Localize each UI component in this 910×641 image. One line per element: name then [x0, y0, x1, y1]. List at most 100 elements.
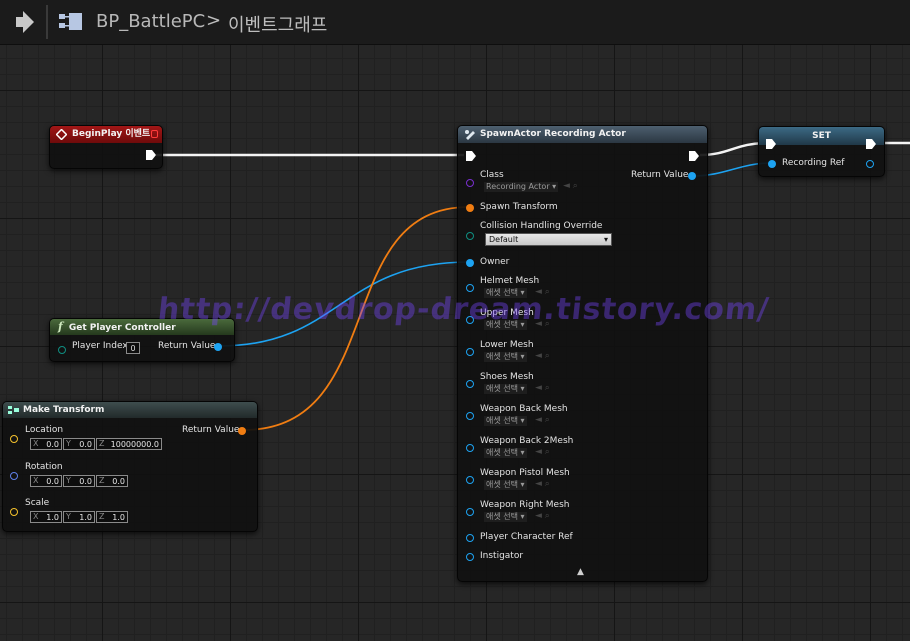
node-header: Make Transform	[3, 402, 257, 418]
player-index-label: Player Index	[72, 341, 128, 351]
return-value-pin[interactable]	[238, 427, 246, 435]
class-select[interactable]: Recording Actor ▾	[484, 182, 559, 192]
location-label: Location	[25, 425, 64, 435]
mesh-asset-select[interactable]: 애셋 선택 ▾	[484, 448, 527, 458]
weapon-back-mesh-pin[interactable]	[466, 412, 474, 420]
beginplay-event-node[interactable]: BeginPlay 이벤트	[49, 125, 163, 169]
node-title: SET	[812, 131, 831, 141]
axis-z-label: Z	[99, 476, 105, 485]
exec-out-pin[interactable]	[865, 138, 877, 150]
return-value-pin[interactable]	[688, 172, 696, 180]
delegate-pin[interactable]	[151, 130, 158, 138]
collision-pin[interactable]	[466, 232, 474, 240]
mesh-asset-select[interactable]: 애셋 선택 ▾	[484, 384, 527, 394]
class-label: Class	[480, 170, 504, 180]
scale-label: Scale	[25, 498, 50, 508]
instigator-pin[interactable]	[466, 553, 474, 561]
axis-y-label: Y	[66, 476, 71, 485]
helmet-mesh-pin[interactable]	[466, 284, 474, 292]
breadcrumb-blueprint[interactable]: BP_BattlePC	[96, 11, 205, 32]
toolbar-separator	[46, 5, 48, 39]
graph-toolbar: BP_BattlePC > 이벤트그래프	[0, 0, 910, 45]
lower-mesh-pin[interactable]	[466, 348, 474, 356]
mesh-pin-label: Weapon Back 2Mesh	[480, 436, 574, 446]
blueprint-graph-icon	[58, 12, 84, 32]
owner-pin[interactable]	[466, 259, 474, 267]
owner-label: Owner	[480, 257, 510, 267]
return-value-label: Return Value	[631, 170, 689, 180]
asset-tools-icon: ◄ ⌕	[535, 511, 550, 521]
mesh-pin-label: Shoes Mesh	[480, 372, 534, 382]
collision-label: Collision Handling Override	[480, 221, 603, 231]
chevron-down-icon: ▾	[603, 235, 608, 244]
mesh-pin-label: Weapon Pistol Mesh	[480, 468, 570, 478]
collision-value: Default	[489, 235, 519, 244]
location-z-input[interactable]: 10000000.0	[96, 438, 162, 450]
mesh-asset-select[interactable]: 애셋 선택 ▾	[484, 416, 527, 426]
return-value-pin[interactable]	[214, 343, 222, 351]
mesh-asset-select[interactable]: 애셋 선택 ▾	[484, 352, 527, 362]
mesh-pin-label: Weapon Right Mesh	[480, 500, 570, 510]
asset-tools-icon: ◄ ⌕	[563, 181, 578, 191]
spawn-actor-node[interactable]: SpawnActor Recording Actor Class Recordi…	[457, 125, 708, 582]
spawn-transform-label: Spawn Transform	[480, 202, 558, 212]
weapon-right-mesh-pin[interactable]	[466, 508, 474, 516]
breadcrumb-graph[interactable]: 이벤트그래프	[228, 11, 327, 37]
mesh-pin-label: Weapon Back Mesh	[480, 404, 568, 414]
spawn-actor-icon	[465, 130, 475, 140]
arrow-right-icon	[16, 11, 34, 33]
back-button[interactable]	[6, 6, 40, 38]
node-title: SpawnActor Recording Actor	[480, 129, 626, 139]
asset-tools-icon: ◄ ⌕	[535, 479, 550, 489]
asset-tools-icon: ◄ ⌕	[535, 415, 550, 425]
rotation-label: Rotation	[25, 462, 63, 472]
asset-tools-icon: ◄ ⌕	[535, 383, 550, 393]
exec-out-pin[interactable]	[688, 150, 700, 162]
asset-tools-icon: ◄ ⌕	[535, 351, 550, 361]
weapon-back-2mesh-pin[interactable]	[466, 444, 474, 452]
instigator-label: Instigator	[480, 551, 524, 561]
player-character-ref-pin[interactable]	[466, 534, 474, 542]
scale-pin[interactable]	[10, 508, 18, 516]
axis-z-label: Z	[99, 439, 105, 448]
spawn-transform-pin[interactable]	[466, 204, 474, 212]
rotation-pin[interactable]	[10, 472, 18, 480]
make-transform-node[interactable]: Make Transform Return Value Location X 0…	[2, 401, 258, 532]
axis-z-label: Z	[99, 512, 105, 521]
node-header: SpawnActor Recording Actor	[458, 126, 707, 143]
collision-dropdown[interactable]: Default ▾	[485, 233, 612, 246]
mesh-pin-label: Lower Mesh	[480, 340, 534, 350]
location-pin[interactable]	[10, 435, 18, 443]
set-variable-node[interactable]: SET Recording Ref	[758, 126, 885, 177]
axis-x-label: X	[33, 439, 39, 448]
event-diamond-icon	[56, 129, 67, 140]
function-icon: f	[58, 320, 63, 333]
weapon-pistol-mesh-pin[interactable]	[466, 476, 474, 484]
node-title: Make Transform	[23, 405, 105, 415]
class-pin[interactable]	[466, 179, 474, 187]
mesh-pin-label: Helmet Mesh	[480, 276, 540, 286]
watermark-text: http://devdrop-dream.tistory.com/	[156, 292, 772, 327]
axis-y-label: Y	[66, 439, 71, 448]
exec-in-pin[interactable]	[765, 138, 777, 150]
recording-ref-out-pin[interactable]	[866, 160, 874, 168]
shoes-mesh-pin[interactable]	[466, 380, 474, 388]
return-value-label: Return Value	[182, 425, 240, 435]
player-character-ref-label: Player Character Ref	[480, 532, 573, 542]
breadcrumb-chevron-icon: >	[206, 10, 222, 31]
axis-x-label: X	[33, 476, 39, 485]
axis-y-label: Y	[66, 512, 71, 521]
axis-x-label: X	[33, 512, 39, 521]
collapse-arrow-icon[interactable]: ▲	[577, 567, 584, 577]
asset-tools-icon: ◄ ⌕	[535, 447, 550, 457]
mesh-asset-select[interactable]: 애셋 선택 ▾	[484, 512, 527, 522]
node-title: BeginPlay 이벤트	[72, 129, 151, 139]
player-index-pin[interactable]	[58, 346, 66, 354]
struct-make-icon	[8, 406, 19, 414]
mesh-asset-select[interactable]: 애셋 선택 ▾	[484, 480, 527, 490]
exec-out-pin[interactable]	[145, 149, 157, 161]
player-index-input[interactable]: 0	[126, 342, 140, 354]
return-value-label: Return Value	[158, 341, 216, 351]
recording-ref-in-pin[interactable]	[768, 160, 776, 168]
exec-in-pin[interactable]	[465, 150, 477, 162]
